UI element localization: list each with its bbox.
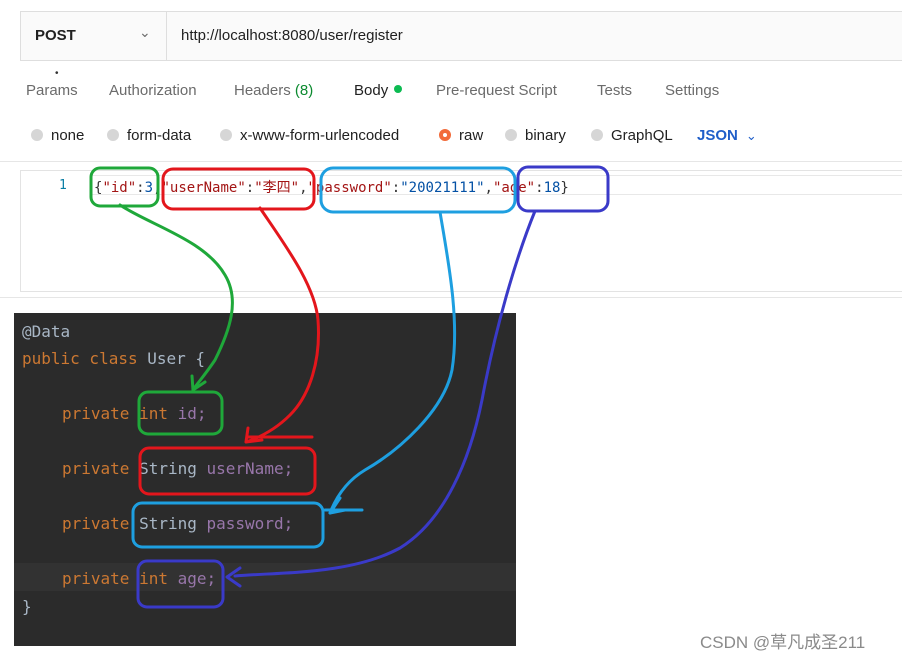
comma: ,	[484, 180, 493, 196]
body-editor[interactable]: 1 {"id":3,"userName":"李四","password":"20…	[20, 170, 902, 292]
headers-count-badge: (8)	[294, 82, 314, 99]
radio-icon	[107, 129, 119, 141]
method-select[interactable]: POST ⌄	[21, 12, 167, 60]
json-key-age: "age"	[492, 180, 536, 196]
field-type: int	[139, 569, 168, 588]
radio-icon	[31, 129, 43, 141]
radio-binary-label: binary	[525, 127, 566, 144]
radio-urlencoded-label: x-www-form-urlencoded	[240, 127, 400, 144]
field-name: age;	[177, 569, 217, 588]
field-type: String	[139, 514, 197, 533]
tab-authorization[interactable]: Authorization	[109, 82, 197, 99]
radio-icon	[220, 129, 232, 141]
colon: :	[136, 180, 145, 196]
radio-binary[interactable]: binary	[505, 127, 566, 144]
radio-icon	[591, 129, 603, 141]
tab-settings[interactable]: Settings	[665, 82, 719, 99]
tab-headers-label: Headers	[234, 82, 291, 99]
radio-selected-icon	[439, 129, 451, 141]
comma: ,	[299, 180, 308, 196]
format-label: JSON	[697, 127, 738, 144]
radio-graphql[interactable]: GraphQL	[591, 127, 673, 144]
private-keyword: private	[62, 404, 130, 423]
radio-none-label: none	[51, 127, 85, 144]
divider	[0, 161, 902, 162]
class-keyword: public class	[22, 349, 138, 368]
radio-urlencoded[interactable]: x-www-form-urlencoded	[220, 127, 399, 144]
tab-prerequest-script[interactable]: Pre-request Script	[436, 82, 557, 99]
radio-form-data-label: form-data	[127, 127, 192, 144]
json-key-password: "password"	[307, 180, 392, 196]
class-name: User {	[147, 349, 206, 368]
body-active-dot-icon	[394, 85, 403, 93]
field-age: private int age;	[62, 569, 216, 588]
colon: :	[535, 180, 544, 196]
watermark: CSDN @草凡成圣211	[700, 633, 866, 652]
json-value-username: "李四"	[254, 180, 300, 196]
radio-icon	[505, 129, 517, 141]
json-value-password: "20021111"	[400, 180, 485, 196]
field-type: int	[139, 404, 168, 423]
field-name: userName;	[206, 459, 294, 478]
field-name: password;	[206, 514, 294, 533]
class-close-brace: }	[22, 597, 32, 616]
data-annotation: @Data	[22, 322, 71, 341]
json-key-username: "userName"	[161, 180, 246, 196]
brace-close: }	[560, 180, 569, 196]
tab-body[interactable]: Body	[354, 82, 403, 99]
private-keyword: private	[62, 459, 130, 478]
tab-tests[interactable]: Tests	[597, 82, 632, 99]
colon: :	[245, 180, 255, 196]
json-value-id: 3	[144, 180, 154, 196]
radio-raw-label: raw	[459, 127, 484, 144]
radio-none[interactable]: none	[31, 127, 84, 144]
field-id: private int id;	[62, 404, 207, 423]
colon: :	[391, 180, 401, 196]
field-password: private String password;	[62, 514, 293, 533]
tab-body-label: Body	[354, 82, 389, 99]
json-body: {"id":3,"userName":"李四","password":"2002…	[94, 177, 569, 197]
format-select[interactable]: JSON ⌄	[697, 127, 757, 144]
method-label: POST	[35, 27, 76, 44]
request-bar: POST ⌄ http://localhost:8080/user/regist…	[20, 11, 902, 61]
private-keyword: private	[62, 514, 130, 533]
json-value-age: 18	[543, 180, 561, 196]
url-input[interactable]: http://localhost:8080/user/register	[181, 27, 403, 44]
radio-raw[interactable]: raw	[439, 127, 483, 144]
stray-dot: •	[55, 68, 59, 79]
json-key-id: "id"	[102, 180, 137, 196]
chevron-down-icon: ⌄	[745, 128, 757, 143]
field-name: id;	[177, 404, 207, 423]
line-number: 1	[59, 178, 67, 193]
radio-graphql-label: GraphQL	[611, 127, 673, 144]
ide-code-panel: @Data public class User { private int id…	[14, 313, 516, 646]
chevron-down-icon: ⌄	[139, 24, 151, 40]
class-declaration: public class User {	[22, 349, 205, 368]
field-type: String	[139, 459, 197, 478]
tab-params[interactable]: Params	[26, 82, 78, 99]
divider	[0, 297, 902, 298]
radio-form-data[interactable]: form-data	[107, 127, 191, 144]
tab-headers[interactable]: Headers (8)	[234, 82, 313, 99]
private-keyword: private	[62, 569, 130, 588]
field-username: private String userName;	[62, 459, 293, 478]
